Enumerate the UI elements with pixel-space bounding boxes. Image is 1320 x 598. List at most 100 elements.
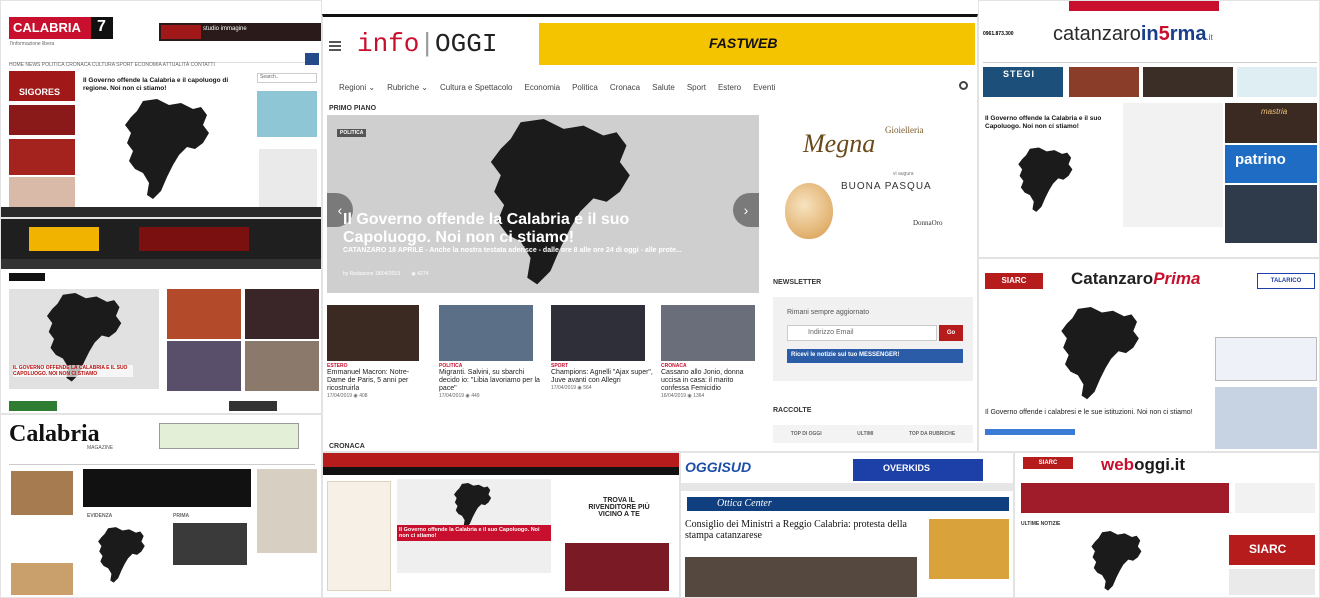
fastweb-banner[interactable]: FASTWEB	[539, 23, 975, 65]
weboggi-banner[interactable]	[1021, 483, 1229, 513]
calabriamag-nav[interactable]	[9, 457, 315, 465]
nav-cultura[interactable]: Cultura e Spettacolo	[434, 83, 519, 92]
go-button[interactable]: Go	[939, 325, 963, 341]
card-3[interactable]: SPORT Champions: Agnelli "Ajax super", J…	[551, 305, 653, 425]
story-photo-1[interactable]	[11, 471, 73, 515]
catanzaroinforma-headline[interactable]: Il Governo offende la Calabria e il suo …	[985, 115, 1121, 131]
email-field[interactable]: Indirizzo Email	[787, 325, 937, 341]
catanzaroinforma-logo[interactable]: catanzaroin5rma.it	[1053, 23, 1213, 46]
oggisud-photo[interactable]	[685, 557, 917, 597]
card-3-title[interactable]: Champions: Agnelli "Ajax super", Juve av…	[551, 369, 653, 385]
photo-tile-4[interactable]	[245, 341, 319, 391]
calabria24-nav[interactable]	[323, 467, 679, 475]
oggisud-headline[interactable]: Consiglio dei Ministri a Reggio Calabria…	[685, 519, 917, 541]
nav-economia[interactable]: Economia	[519, 83, 567, 92]
site-nav[interactable]	[1, 259, 321, 269]
nav-rubriche[interactable]: Rubriche ⌄	[381, 83, 434, 92]
menu-icon[interactable]	[329, 41, 341, 51]
calabria7-headline[interactable]: Il Governo offende la Calabria e il capo…	[83, 77, 233, 93]
tab-top-oggi[interactable]: TOP DI OGGI	[791, 431, 822, 437]
catanzaroprima-headline[interactable]: Il Governo offende i calabresi e le sue …	[985, 409, 1215, 417]
showroom-ad[interactable]	[1225, 185, 1317, 243]
sidebar-ad[interactable]	[257, 469, 317, 553]
video-strip[interactable]	[83, 469, 251, 507]
share-buttons[interactable]	[985, 429, 1075, 435]
opi-ad[interactable]	[257, 91, 317, 137]
oggisud-logo[interactable]: OGGISUD	[685, 459, 751, 475]
calabria-second-headline[interactable]: IL GOVERNO OFFENDE LA CALABRIA E IL SUO …	[13, 365, 133, 377]
calabria24-headline[interactable]: Il Governo offende la Calabria e il suo …	[397, 525, 551, 541]
mastria-ad[interactable]: mastria	[1225, 103, 1317, 143]
rivenditore-ad[interactable]: TROVA IL RIVENDITORE PIÙ VICINO A TE	[559, 483, 675, 595]
nav-politica[interactable]: Politica	[566, 83, 604, 92]
tab-prima[interactable]: PRIMA	[173, 513, 189, 519]
nav-eventi[interactable]: Eventi	[747, 83, 781, 92]
calabriamag-banner[interactable]	[159, 423, 299, 449]
ottica-banner[interactable]: Ottica Center	[687, 497, 1009, 511]
sigores-ad[interactable]: SIGORES	[9, 71, 75, 101]
weboggi-siarc[interactable]: SIARC	[1023, 457, 1073, 469]
stegi-ad[interactable]: STEGI	[983, 67, 1063, 97]
infoggi-logo[interactable]: info|OGGI	[357, 29, 497, 59]
tab-evidenza[interactable]: EVIDENZA	[87, 513, 112, 519]
side-ad-2[interactable]	[9, 139, 75, 175]
social-tag[interactable]	[229, 401, 277, 411]
calabria7-search[interactable]: Search..	[257, 73, 317, 83]
side-ad-1[interactable]	[9, 105, 75, 135]
side-banner-3[interactable]	[1237, 67, 1317, 97]
catanzaroinforma-nav[interactable]	[983, 55, 1317, 63]
nav-salute[interactable]: Salute	[646, 83, 681, 92]
studio-immagine-banner[interactable]: studio immagine	[159, 23, 321, 41]
calabriamag-logo[interactable]: Calabria	[9, 421, 100, 448]
catanzaroprima-side-ad-1[interactable]	[1215, 337, 1317, 381]
tab-ultimi[interactable]: ULTIMI	[857, 431, 873, 437]
photo-tile-2[interactable]	[245, 289, 319, 339]
tag-politica[interactable]: POLITICA	[337, 129, 367, 137]
card-1-title[interactable]: Emmanuel Macron: Notre-Dame de Paris, 5 …	[327, 369, 427, 393]
calabria7-nav[interactable]: HOME NEWS POLITICA CRONACA CULTURA SPORT…	[9, 53, 319, 68]
calabria24-hero[interactable]: Il Governo offende la Calabria e il suo …	[397, 479, 551, 573]
section-tag[interactable]	[9, 401, 57, 411]
weboggi-logo[interactable]: weboggi.it	[1101, 455, 1185, 475]
oggisud-side-ad[interactable]	[929, 519, 1009, 579]
search-icon[interactable]	[959, 81, 968, 90]
messenger-button[interactable]: Ricevi le notizie sul tuo MESSENGER!	[787, 349, 963, 363]
slider-next[interactable]: ›	[733, 193, 759, 227]
photo-tile-3[interactable]	[167, 341, 241, 391]
story-photo-3[interactable]	[173, 523, 247, 565]
side-banner-1[interactable]	[1069, 67, 1139, 97]
card-2-title[interactable]: Migranti. Salvini, su sbarchi decido io:…	[439, 369, 543, 393]
side-banner-2[interactable]	[1143, 67, 1233, 97]
calabria7-logo[interactable]: CALABRIA	[9, 17, 91, 39]
card-1[interactable]: ESTERO Emmanuel Macron: Notre-Dame de Pa…	[327, 305, 427, 425]
photo-tile-1[interactable]	[167, 289, 241, 339]
nav-sport[interactable]: Sport	[681, 83, 712, 92]
talarico-logo[interactable]: TALARICO	[1257, 273, 1315, 289]
site-logo[interactable]	[29, 227, 99, 251]
megna-ad[interactable]: Gioielleria Megna vi augura BUONA PASQUA…	[773, 111, 971, 251]
card-2[interactable]: POLITICA Migranti. Salvini, su sbarchi d…	[439, 305, 543, 425]
search-icon[interactable]	[305, 53, 319, 65]
catanzaroprima-side-ad-2[interactable]	[1215, 387, 1317, 449]
infoggi-nav[interactable]: Regioni ⌄ Rubriche ⌄ Cultura e Spettacol…	[333, 79, 973, 95]
catanzaroinforma-top-ad[interactable]	[1069, 1, 1219, 11]
card-4[interactable]: CRONACA Cassano allo Jonio, donna uccisa…	[661, 305, 761, 429]
weboggi-side-banner[interactable]	[1235, 483, 1315, 513]
oggisud-nav[interactable]	[681, 483, 1013, 491]
nav-regioni[interactable]: Regioni ⌄	[333, 83, 381, 92]
hero-slider[interactable]: POLITICA ‹ › Il Governo offende la Calab…	[327, 115, 759, 293]
overkids-banner[interactable]: OVERKIDS	[853, 459, 983, 481]
siarc-logo[interactable]: SIARC	[985, 273, 1043, 289]
hero-headline[interactable]: Il Governo offende la Calabria e il suo …	[343, 211, 683, 246]
nav-cronaca[interactable]: Cronaca	[604, 83, 646, 92]
weboggi-side-ad[interactable]	[1229, 569, 1315, 595]
card-4-title[interactable]: Cassano allo Jonio, donna uccisa in casa…	[661, 369, 761, 393]
main-photo[interactable]: IL GOVERNO OFFENDE LA CALABRIA E IL SUO …	[9, 289, 159, 389]
weboggi-siarc-ad[interactable]: SIARC	[1229, 535, 1315, 565]
raccolte-tabs[interactable]: TOP DI OGGI ULTIMI TOP DA RUBRICHE	[773, 425, 973, 443]
story-photo-2[interactable]	[11, 563, 73, 595]
semeraro-ad[interactable]	[139, 227, 249, 251]
tab-top-rubriche[interactable]: TOP DA RUBRICHE	[909, 431, 955, 437]
nav-estero[interactable]: Estero	[712, 83, 747, 92]
patrino-ad[interactable]: patrino	[1225, 145, 1317, 183]
